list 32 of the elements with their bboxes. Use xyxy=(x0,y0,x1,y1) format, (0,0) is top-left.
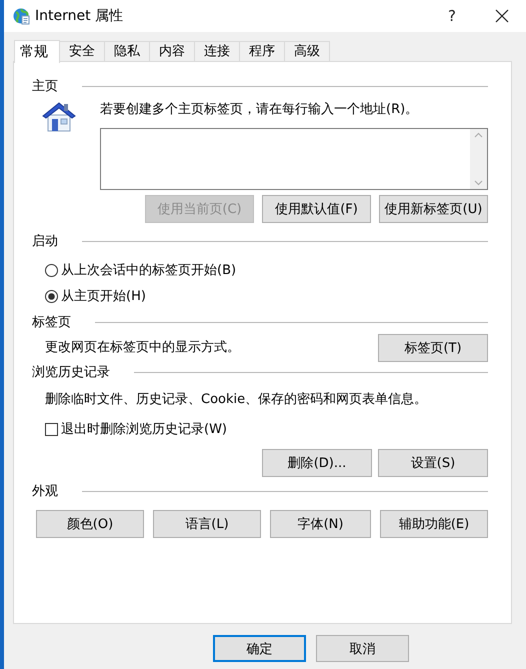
button[interactable]: 使用新标签页(U) xyxy=(379,195,488,223)
section-heading: 启动 xyxy=(32,233,58,250)
tab[interactable]: 高级 xyxy=(284,41,330,61)
button[interactable]: 语言(L) xyxy=(153,510,261,538)
button[interactable]: 标签页(T) xyxy=(378,334,488,362)
description-text: 更改网页在标签页中的显示方式。 xyxy=(45,339,240,357)
checkbox[interactable] xyxy=(45,422,58,436)
help-button[interactable]: ? xyxy=(442,7,462,25)
button[interactable]: 使用默认值(F) xyxy=(262,195,371,223)
option-label: 从上次会话中的标签页开始(B) xyxy=(61,262,236,279)
button[interactable]: 颜色(O) xyxy=(36,510,144,538)
button[interactable]: 辅助功能(E) xyxy=(380,510,488,538)
close-icon[interactable] xyxy=(495,9,509,23)
checkbox-label: 退出时删除浏览历史记录(W) xyxy=(61,421,227,438)
description-text: 删除临时文件、历史记录、Cookie、保存的密码和网页表单信息。 xyxy=(45,391,428,409)
button[interactable]: 设置(S) xyxy=(378,449,488,477)
globe-icon xyxy=(13,8,30,24)
window-title: Internet 属性 xyxy=(35,7,124,25)
button[interactable]: 字体(N) xyxy=(270,510,371,538)
section-heading: 标签页 xyxy=(32,314,71,331)
radio-button[interactable] xyxy=(45,290,58,302)
section-heading: 浏览历史记录 xyxy=(32,364,110,381)
section-heading: 主页 xyxy=(32,78,58,95)
button[interactable]: 确定 xyxy=(213,635,306,662)
instruction-text: 若要创建多个主页标签页，请在每行输入一个地址(R)。 xyxy=(100,101,420,119)
tab[interactable]: 常规 xyxy=(14,40,60,63)
house-icon xyxy=(42,101,76,132)
option-label: 从主页开始(H) xyxy=(61,288,146,305)
radio-button[interactable] xyxy=(45,264,58,276)
button[interactable]: 删除(D)... xyxy=(262,449,372,477)
section-heading: 外观 xyxy=(32,483,58,500)
button[interactable]: 取消 xyxy=(316,635,409,662)
